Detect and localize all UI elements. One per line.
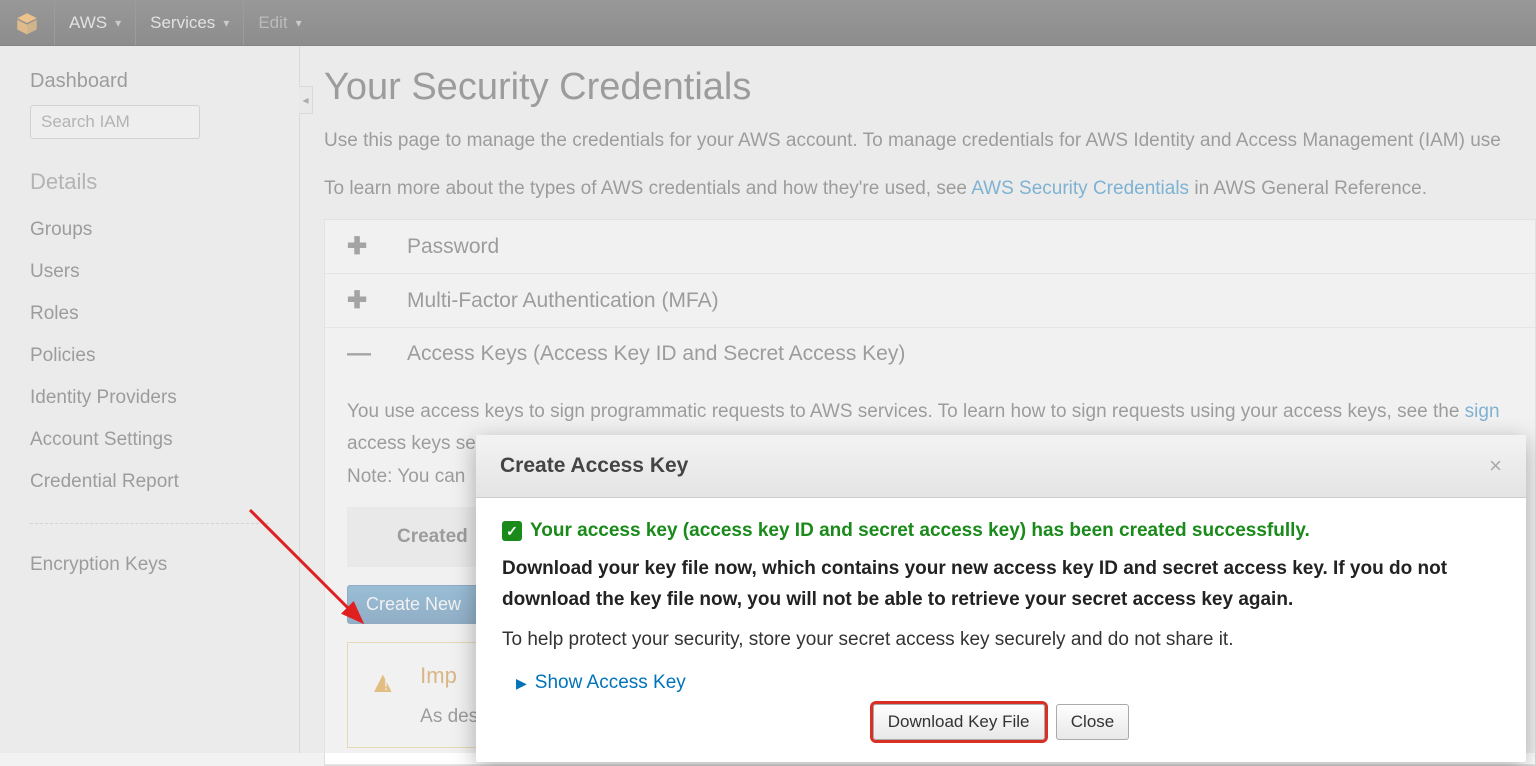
modal-title: Create Access Key — [500, 454, 688, 478]
search-iam-input[interactable] — [30, 105, 200, 139]
intro-2a: To learn more about the types of AWS cre… — [324, 178, 971, 199]
chevron-down-icon: ▾ — [223, 16, 229, 30]
plus-icon: ✚ — [347, 232, 407, 261]
minus-icon: — — [347, 340, 407, 368]
keys-desc-b: access keys se — [347, 433, 476, 454]
sidebar-collapse-handle[interactable]: ◂ — [299, 86, 313, 114]
sidebar-item-credential-report[interactable]: Credential Report — [30, 461, 269, 503]
download-warning: Download your key file now, which contai… — [502, 554, 1500, 615]
close-icon[interactable]: × — [1489, 453, 1502, 479]
sidebar: Dashboard Details Groups Users Roles Pol… — [0, 46, 300, 753]
sidebar-item-identity-providers[interactable]: Identity Providers — [30, 377, 269, 419]
warning-icon: ▲! — [368, 657, 402, 708]
success-text: Your access key (access key ID and secre… — [530, 516, 1310, 546]
accordion-access-keys-label: Access Keys (Access Key ID and Secret Ac… — [407, 342, 905, 366]
create-access-key-modal: Create Access Key × ✓ Your access key (a… — [476, 435, 1526, 762]
triangle-right-icon: ▶ — [516, 672, 527, 694]
plus-icon: ✚ — [347, 286, 407, 315]
nav-edit[interactable]: Edit ▾ — [243, 0, 315, 45]
protect-note: To help protect your security, store you… — [502, 625, 1500, 655]
accordion-password-label: Password — [407, 235, 499, 259]
nav-services-label: Services — [150, 13, 215, 33]
show-access-key-toggle[interactable]: ▶ Show Access Key — [516, 668, 1500, 698]
sidebar-divider — [30, 523, 269, 524]
sidebar-item-roles[interactable]: Roles — [30, 293, 269, 335]
success-message: ✓ Your access key (access key ID and sec… — [502, 516, 1500, 546]
signing-link[interactable]: sign — [1465, 401, 1500, 422]
keys-note: Note: You can — [347, 466, 465, 487]
intro-line-1: Use this page to manage the credentials … — [324, 123, 1536, 159]
nav-edit-label: Edit — [258, 13, 287, 33]
intro-2b: in AWS General Reference. — [1194, 178, 1427, 199]
close-button[interactable]: Close — [1056, 704, 1129, 740]
nav-aws[interactable]: AWS ▾ — [54, 0, 135, 45]
aws-security-credentials-link[interactable]: AWS Security Credentials — [971, 178, 1189, 199]
sidebar-dashboard[interactable]: Dashboard — [30, 70, 269, 93]
nav-aws-label: AWS — [69, 13, 107, 33]
sidebar-item-encryption-keys[interactable]: Encryption Keys — [30, 544, 269, 586]
sidebar-item-account-settings[interactable]: Account Settings — [30, 419, 269, 461]
accordion-mfa-header[interactable]: ✚ Multi-Factor Authentication (MFA) — [325, 274, 1535, 327]
chevron-down-icon: ▾ — [296, 16, 302, 30]
intro-line-2: To learn more about the types of AWS cre… — [324, 171, 1536, 207]
keys-desc-a: You use access keys to sign programmatic… — [347, 401, 1465, 422]
sidebar-item-groups[interactable]: Groups — [30, 209, 269, 251]
sidebar-item-users[interactable]: Users — [30, 251, 269, 293]
accordion-mfa-label: Multi-Factor Authentication (MFA) — [407, 289, 719, 313]
accordion-access-keys-header[interactable]: — Access Keys (Access Key ID and Secret … — [325, 328, 1535, 380]
page-title: Your Security Credentials — [324, 66, 1536, 109]
nav-services[interactable]: Services ▾ — [135, 0, 243, 45]
modal-header: Create Access Key × — [476, 435, 1526, 498]
create-new-access-key-button[interactable]: Create New — [347, 585, 480, 624]
col-created: Created — [397, 526, 468, 547]
download-key-file-button[interactable]: Download Key File — [873, 704, 1045, 740]
accordion-password-header[interactable]: ✚ Password — [325, 220, 1535, 273]
top-nav: AWS ▾ Services ▾ Edit ▾ — [0, 0, 1536, 46]
aws-logo-icon — [14, 10, 40, 36]
chevron-down-icon: ▾ — [115, 16, 121, 30]
sidebar-item-policies[interactable]: Policies — [30, 335, 269, 377]
show-access-key-label: Show Access Key — [535, 668, 686, 698]
check-icon: ✓ — [502, 521, 522, 541]
sidebar-details-heading: Details — [30, 169, 269, 195]
